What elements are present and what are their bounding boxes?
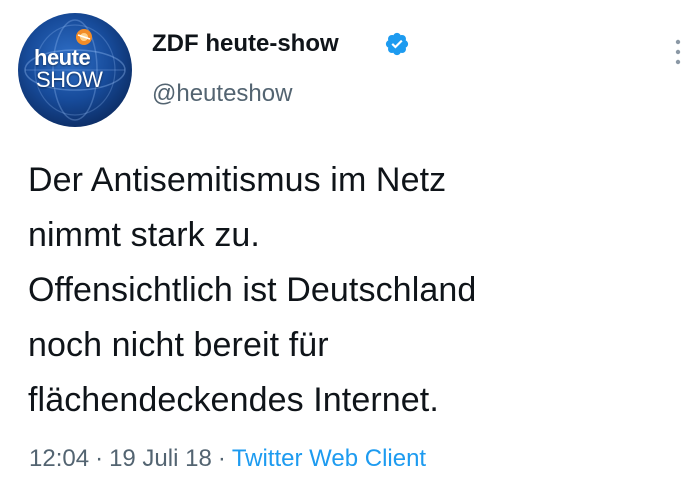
- meta-separator: ·: [95, 445, 104, 472]
- verified-badge-icon: [385, 32, 409, 56]
- tweet-text-line: noch nicht bereit für: [28, 326, 329, 364]
- tweet-text-line: Der Antisemitismus im Netz: [28, 161, 447, 199]
- tweet-text: Der Antisemitismus im Netz nimmt stark z…: [28, 153, 668, 428]
- more-options-icon[interactable]: [672, 36, 684, 68]
- tweet-time[interactable]: 12:04: [29, 445, 89, 472]
- tweet-metadata: 12:04 · 19 Juli 18 · Twitter Web Client: [29, 443, 426, 475]
- tweet-text-line: flächendeckendes Internet.: [28, 381, 439, 419]
- meta-separator: ·: [217, 445, 226, 472]
- avatar[interactable]: heute SHOW: [18, 13, 132, 127]
- author-display-name[interactable]: ZDF heute-show: [152, 29, 339, 59]
- tweet-card: heute SHOW ZDF heute-show @heuteshow Der…: [0, 0, 699, 500]
- tweet-client-link[interactable]: Twitter Web Client: [232, 445, 426, 472]
- tweet-date[interactable]: 19 Juli 18: [109, 445, 212, 472]
- avatar-text-heute: heute: [34, 45, 91, 70]
- tweet-text-line: nimmt stark zu.: [28, 216, 260, 254]
- tweet-text-line: Offensichtlich ist Deutschland: [28, 271, 477, 309]
- author-handle[interactable]: @heuteshow: [152, 79, 292, 109]
- avatar-text-show: SHOW: [36, 67, 103, 92]
